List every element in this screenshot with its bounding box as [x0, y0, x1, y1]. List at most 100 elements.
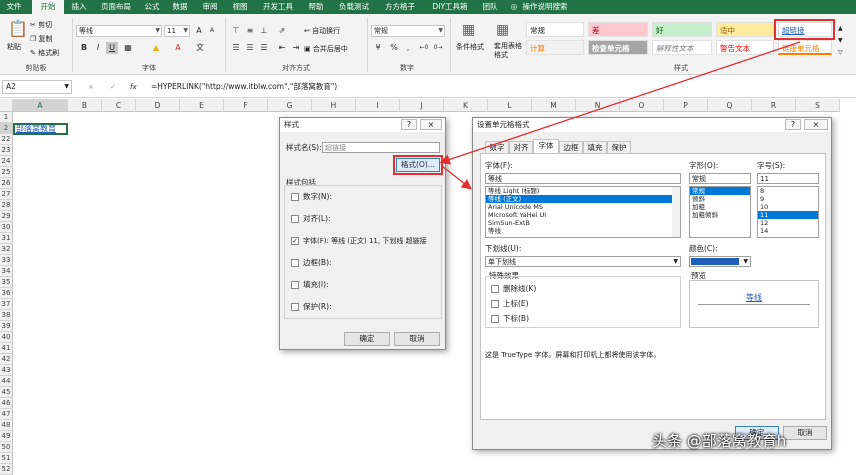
table-format-icon[interactable]: ▦	[496, 22, 509, 38]
tab-insert[interactable]: 插入	[66, 0, 92, 14]
row-header-49[interactable]: 49	[0, 431, 13, 442]
tab-file[interactable]: 文件	[0, 0, 28, 14]
tab-font[interactable]: 字体	[533, 139, 559, 153]
font-size-list[interactable]: 8 9 10 11 12 14	[757, 186, 819, 238]
strikethrough-checkbox[interactable]	[491, 285, 499, 293]
font-size-option[interactable]: 9	[758, 195, 818, 203]
percent-icon[interactable]: %	[388, 42, 400, 54]
row-header-50[interactable]: 50	[0, 442, 13, 453]
number-format-combo[interactable]: 常规 ▼	[371, 25, 445, 37]
font-name-combo[interactable]: 等线 ▼	[76, 25, 162, 37]
column-header-a[interactable]: A	[13, 99, 68, 112]
style-check-cell[interactable]: 检查单元格	[588, 40, 648, 55]
row-header-1[interactable]: 1	[0, 112, 13, 123]
row-header-41[interactable]: 41	[0, 343, 13, 354]
column-header-g[interactable]: G	[268, 99, 312, 112]
tab-load-test[interactable]: 负载测试	[334, 0, 374, 14]
insert-function-button[interactable]: fx	[130, 82, 137, 92]
row-header-39[interactable]: 39	[0, 321, 13, 332]
font-list-scrollbar[interactable]	[672, 187, 680, 237]
table-format-button[interactable]: 套用表格格式	[494, 42, 528, 60]
row-header-51[interactable]: 51	[0, 453, 13, 464]
decrease-indent-icon[interactable]: ⇤	[276, 42, 288, 54]
subscript-checkbox[interactable]	[491, 315, 499, 323]
column-header-b[interactable]: B	[68, 99, 102, 112]
select-all-corner[interactable]	[0, 99, 13, 112]
option-border-checkbox[interactable]	[291, 259, 299, 267]
font-size-option[interactable]: 12	[758, 219, 818, 227]
style-normal[interactable]: 常规	[526, 22, 584, 37]
row-header-38[interactable]: 38	[0, 310, 13, 321]
increase-decimal-icon[interactable]: ←0	[418, 42, 430, 54]
row-header-48[interactable]: 48	[0, 420, 13, 431]
copy-button[interactable]: ❐ 复制	[30, 34, 53, 44]
tab-team[interactable]: 团队	[478, 0, 502, 14]
tab-diy-toolbox[interactable]: DIY工具箱	[426, 0, 474, 14]
row-header-23[interactable]: 23	[0, 145, 13, 156]
row-header-40[interactable]: 40	[0, 332, 13, 343]
style-linked-cell[interactable]: 链接单元格	[778, 40, 832, 55]
cancel-formula-button[interactable]: ×	[88, 82, 94, 92]
format-painter-button[interactable]: ✎ 格式刷	[30, 48, 59, 58]
row-header-25[interactable]: 25	[0, 167, 13, 178]
font-size-option[interactable]: 14	[758, 227, 818, 235]
format-close-button[interactable]: ×	[804, 119, 828, 130]
tab-help[interactable]: 帮助	[304, 0, 328, 14]
increase-indent-icon[interactable]: ⇥	[290, 42, 302, 54]
row-header-34[interactable]: 34	[0, 266, 13, 277]
row-header-29[interactable]: 29	[0, 211, 13, 222]
tab-number[interactable]: 数字	[485, 141, 509, 153]
row-header-32[interactable]: 32	[0, 244, 13, 255]
style-neutral[interactable]: 适中	[716, 22, 774, 37]
column-header-j[interactable]: J	[400, 99, 444, 112]
row-header-43[interactable]: 43	[0, 365, 13, 376]
tab-data[interactable]: 数据	[168, 0, 192, 14]
gallery-down-icon[interactable]: ▼	[838, 36, 843, 46]
shrink-font-icon[interactable]: A	[206, 25, 218, 37]
tab-page-layout[interactable]: 页面布局	[96, 0, 136, 14]
row-header-36[interactable]: 36	[0, 288, 13, 299]
column-header-o[interactable]: O	[620, 99, 664, 112]
font-style-option[interactable]: 加粗	[690, 203, 750, 211]
font-option[interactable]: Arial Unicode MS	[486, 203, 680, 211]
font-style-option-selected[interactable]: 常规	[690, 187, 750, 195]
column-header-k[interactable]: K	[444, 99, 488, 112]
row-header-30[interactable]: 30	[0, 222, 13, 233]
font-style-option[interactable]: 倾斜	[690, 195, 750, 203]
currency-icon[interactable]: ¥	[372, 42, 384, 54]
font-face-input[interactable]: 等线	[485, 173, 681, 184]
row-header-47[interactable]: 47	[0, 409, 13, 420]
row-header-2[interactable]: 2	[0, 123, 13, 134]
column-header-q[interactable]: Q	[708, 99, 752, 112]
column-header-c[interactable]: C	[102, 99, 136, 112]
font-color-icon[interactable]: A	[172, 42, 184, 54]
column-header-m[interactable]: M	[532, 99, 576, 112]
font-size-option[interactable]: 8	[758, 187, 818, 195]
row-header-28[interactable]: 28	[0, 200, 13, 211]
wrap-text-button[interactable]: ↩ 自动换行	[304, 26, 340, 36]
row-header-22[interactable]: 22	[0, 134, 13, 145]
conditional-format-icon[interactable]: ▦	[462, 22, 475, 38]
column-header-d[interactable]: D	[136, 99, 180, 112]
style-good[interactable]: 好	[652, 22, 712, 37]
row-header-35[interactable]: 35	[0, 277, 13, 288]
superscript-checkbox[interactable]	[491, 300, 499, 308]
bold-button[interactable]: B	[78, 42, 90, 54]
orientation-icon[interactable]: ⇗	[276, 25, 288, 37]
font-option[interactable]: 等线	[486, 227, 680, 235]
row-header-46[interactable]: 46	[0, 398, 13, 409]
phonetic-icon[interactable]: 文	[194, 42, 206, 54]
format-cancel-button[interactable]: 取消	[783, 426, 827, 440]
column-header-n[interactable]: N	[576, 99, 620, 112]
tab-border[interactable]: 边框	[559, 141, 583, 153]
tab-fangfang[interactable]: 方方格子	[380, 0, 420, 14]
font-option[interactable]: SimSun-ExtB	[486, 219, 680, 227]
gallery-more-icon[interactable]: ▽	[838, 48, 843, 58]
row-header-26[interactable]: 26	[0, 178, 13, 189]
style-name-input[interactable]: 超链接	[322, 142, 440, 153]
align-bottom-icon[interactable]: ⊥	[258, 25, 270, 37]
column-header-h[interactable]: H	[312, 99, 356, 112]
row-header-42[interactable]: 42	[0, 354, 13, 365]
font-size-option-selected[interactable]: 11	[758, 211, 818, 219]
tab-home[interactable]: 开始	[32, 0, 64, 14]
